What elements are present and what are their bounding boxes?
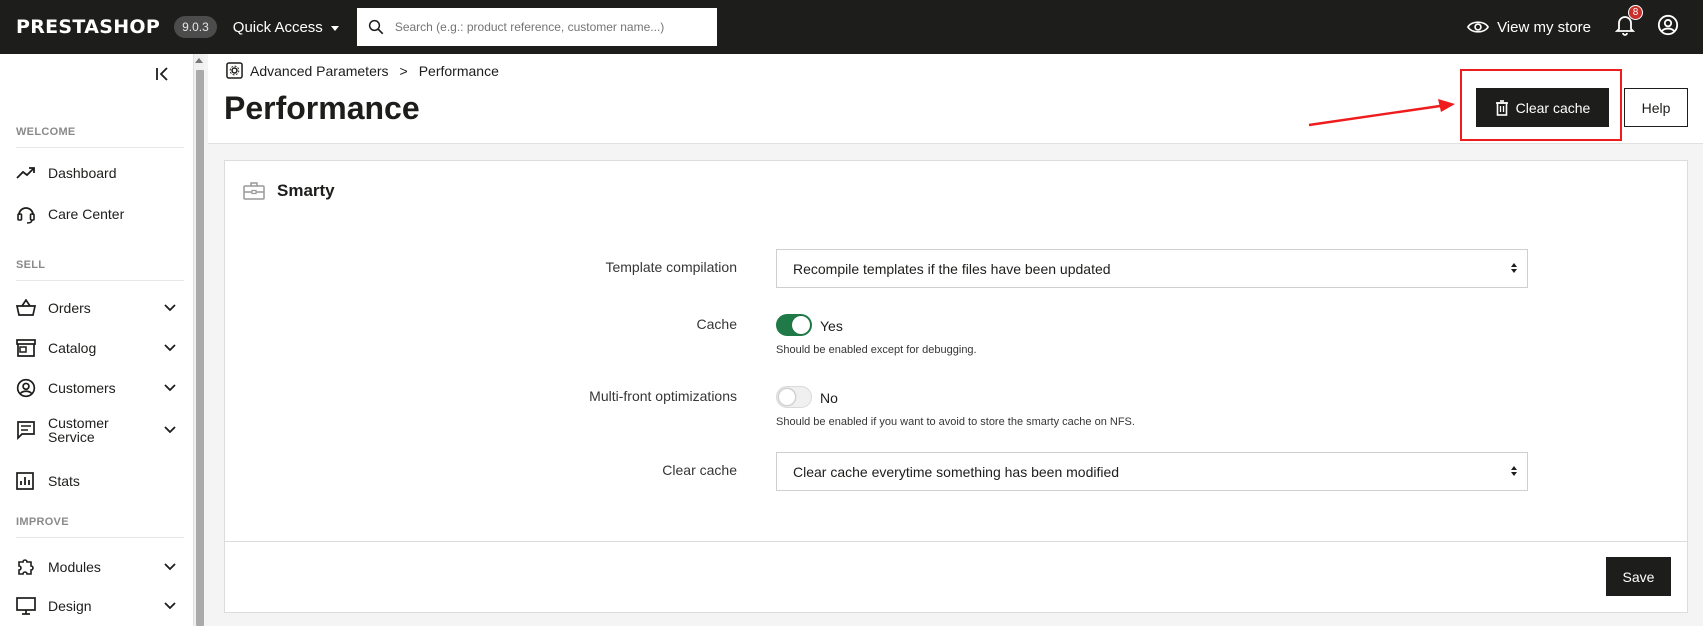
account-circle-icon [1657,14,1679,35]
toggle-knob [792,316,810,334]
sidebar-item-customer-service[interactable]: Customer Service [16,416,176,444]
sidebar-item-care-center[interactable]: Care Center [16,204,176,224]
monitor-icon [16,597,36,615]
chevron-down-icon [164,426,176,434]
section-sell: SELL [16,259,184,281]
scrollbar-thumb[interactable] [196,70,204,626]
multi-front-hint: Should be enabled if you want to avoid t… [776,416,1135,428]
store-icon [16,339,36,357]
search-box[interactable] [356,8,717,46]
breadcrumb-current: Performance [418,62,499,79]
template-compilation-value: Recompile templates if the files have be… [793,260,1111,277]
sidebar-item-design[interactable]: Design [16,597,176,615]
multi-front-label: Multi-front optimizations [589,388,737,404]
multi-front-state: No [820,390,838,406]
clear-cache-select[interactable]: Clear cache everytime something has been… [776,452,1528,491]
notifications-button[interactable]: 8 [1614,4,1643,41]
toggle-knob [778,388,796,406]
select-arrows-icon [1511,263,1517,273]
sidebar-item-customers[interactable]: Customers [16,378,176,398]
annotation-highlight-box [1460,69,1622,141]
section-welcome: WELCOME [16,126,184,148]
sidebar-item-label: Orders [48,300,91,316]
account-circle-icon [16,378,36,398]
chevron-down-icon [164,602,176,610]
multi-front-toggle[interactable] [776,386,812,408]
help-button[interactable]: Help [1624,88,1688,127]
bar-chart-icon [16,472,34,490]
sidebar-scrollbar[interactable] [194,54,204,626]
select-arrows-icon [1511,466,1517,476]
trending-up-icon [16,167,35,179]
sidebar-item-catalog[interactable]: Catalog [16,339,176,357]
card-title: Smarty [277,181,335,200]
notifications-count-badge: 8 [1628,4,1643,20]
cache-state: Yes [820,318,843,334]
clear-cache-field-label: Clear cache [662,462,737,478]
quick-access-label: Quick Access [232,18,323,36]
cache-hint: Should be enabled except for debugging. [776,344,977,356]
cache-label: Cache [696,316,737,332]
sidebar-item-label: Design [48,598,92,614]
view-my-store-link[interactable]: View my store [1467,19,1591,36]
chat-icon [17,421,35,440]
sidebar-item-label: Dashboard [48,165,117,181]
chevron-down-icon [164,344,176,352]
sidebar-item-label: Care Center [48,206,125,222]
template-compilation-select[interactable]: Recompile templates if the files have be… [776,249,1528,288]
sidebar-item-label: Customer Service [48,415,109,445]
card-footer-divider [225,541,1687,542]
search-input[interactable] [394,20,695,34]
section-improve: IMPROVE [16,516,184,538]
sidebar-item-label: Catalog [48,340,97,356]
page-title: Performance [224,90,420,126]
eye-icon [1467,21,1490,33]
save-button[interactable]: Save [1606,557,1671,596]
sidebar-item-dashboard[interactable]: Dashboard [16,166,176,180]
sidebar-item-orders[interactable]: Orders [16,299,176,317]
quick-access-dropdown[interactable]: Quick Access [233,19,339,36]
chevron-down-icon [164,304,176,312]
collapse-sidebar-button[interactable] [155,66,171,87]
sidebar-item-label: Modules [48,559,101,575]
sidebar-item-modules[interactable]: Modules [16,557,176,577]
headset-icon [17,207,35,224]
settings-box-icon [226,62,243,79]
clear-cache-value: Clear cache everytime something has been… [793,463,1120,480]
breadcrumb-parent-link[interactable]: Advanced Parameters [250,63,389,79]
version-badge: 9.0.3 [174,16,217,38]
sidebar-item-stats[interactable]: Stats [16,472,176,490]
puzzle-icon [18,559,34,575]
breadcrumb: Advanced Parameters > Performance [226,62,499,79]
scroll-up-arrow-icon[interactable] [195,58,203,63]
cache-toggle[interactable] [776,314,812,336]
search-icon[interactable] [367,18,385,36]
sidebar: WELCOME Dashboard Care Center SELL Order… [0,54,194,626]
smarty-card: Smarty Template compilation Recompile te… [224,160,1688,613]
chevron-down-icon [164,563,176,571]
basket-icon [16,299,36,316]
chevron-down-icon [164,384,176,392]
view-my-store-label: View my store [1497,18,1591,36]
template-compilation-label: Template compilation [605,259,737,275]
top-navbar: PRESTASHOP 9.0.3 Quick Access View my st… [0,0,1703,54]
annotation-arrow-icon [1308,99,1455,127]
sidebar-item-label: Stats [48,473,80,489]
breadcrumb-separator: > [399,62,408,79]
prestashop-logo[interactable]: PRESTASHOP [16,16,160,38]
account-button[interactable] [1657,14,1679,41]
collapse-left-icon [156,67,168,81]
card-header: Smarty [243,181,335,201]
sidebar-item-label: Customers [48,380,116,396]
toolbox-icon [243,182,265,200]
caret-down-icon [330,25,339,31]
